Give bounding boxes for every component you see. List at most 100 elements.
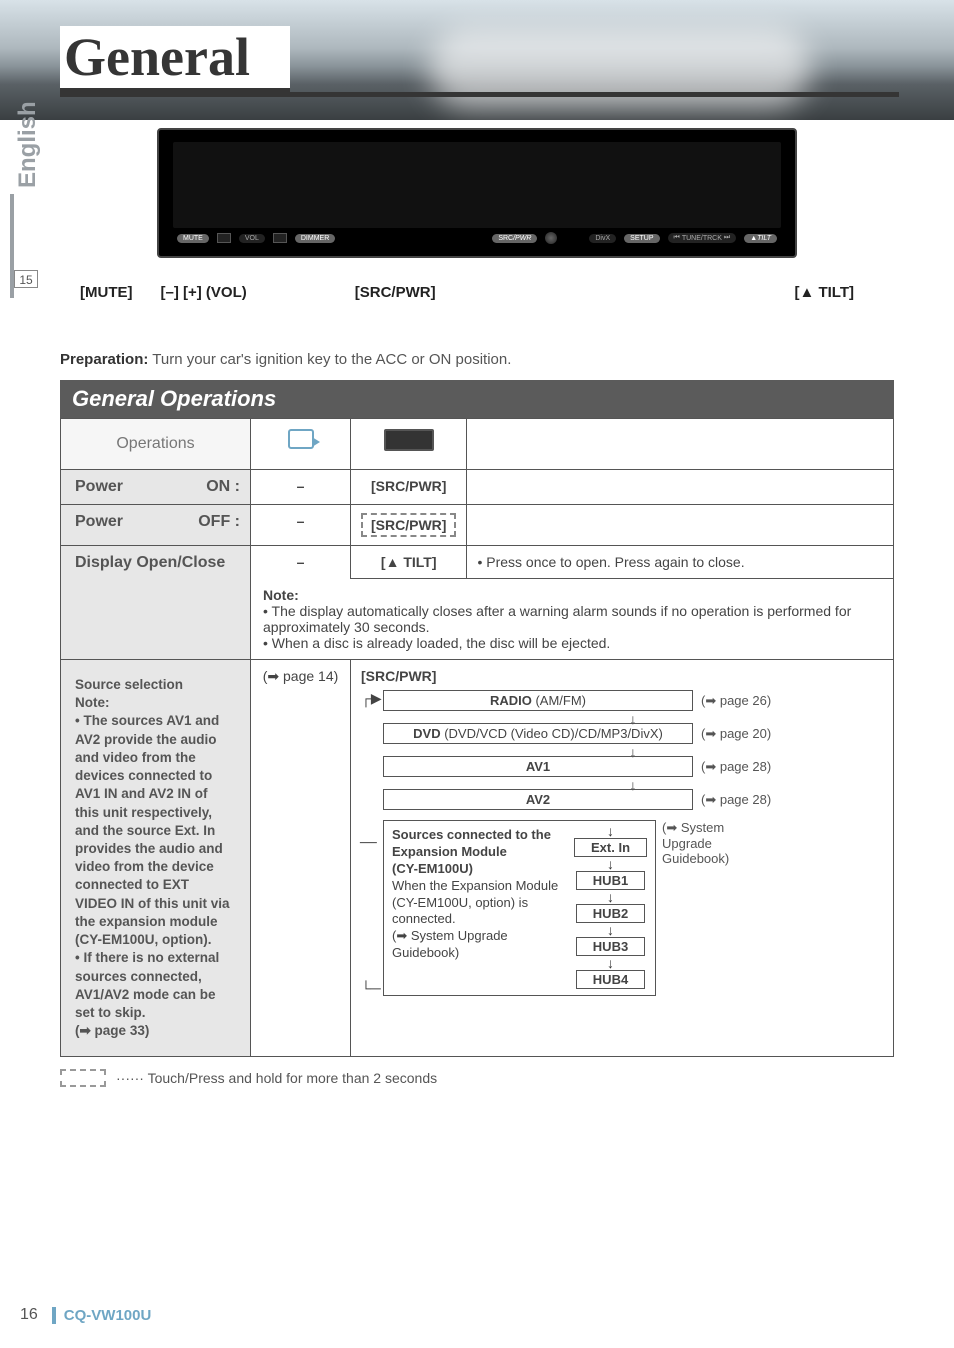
- source-panel-label: [SRC/PWR]: [361, 668, 883, 684]
- model-number: CQ-VW100U: [52, 1307, 152, 1324]
- dvd-ref: (➡ page 20): [701, 726, 771, 742]
- bottom-bar: 16 CQ-VW100U: [20, 1306, 151, 1324]
- row-power-on-head: Power ON :: [61, 470, 251, 505]
- open-close-note1: • The display automatically closes after…: [263, 603, 851, 635]
- dev-tilt-text: TILT: [757, 235, 771, 242]
- dev-setup-label: SETUP: [624, 234, 659, 243]
- hub-sub2: When the Expansion Module (CY-EM100U, op…: [392, 878, 558, 927]
- header-operations: Operations: [61, 419, 251, 470]
- device-illustration: MUTE VOL DIMMER SRC/PWR DivX SETUP ⏮ TUN…: [60, 128, 894, 258]
- node-radio-sub: (AM/FM): [532, 693, 586, 708]
- open-close-desc: • Press once to open. Press again to clo…: [467, 546, 894, 579]
- row-open-close: Display Open/Close – [▲ TILT] • Press on…: [61, 546, 894, 579]
- node-radio: RADIO (AM/FM): [383, 690, 693, 711]
- dev-tune-label: ⏮ TUNE/TRCK ⏭: [668, 233, 737, 243]
- node-av1: AV1: [383, 756, 693, 777]
- source-remote-ref: (➡ page 14): [263, 668, 339, 684]
- device-screen: [173, 142, 781, 228]
- source-remote: (➡ page 14): [251, 660, 351, 1057]
- callout-mute: [MUTE]: [80, 284, 133, 301]
- radio-ref: (➡ page 26): [701, 693, 771, 709]
- content: MUTE VOL DIMMER SRC/PWR DivX SETUP ⏮ TUN…: [60, 120, 894, 1087]
- row-power-off: Power OFF : – [SRC/PWR]: [61, 505, 894, 546]
- facing-page-number: 15: [14, 270, 38, 288]
- preparation-label: Preparation:: [60, 351, 148, 368]
- operations-table: Operations Power ON : – [SRC/PWR] Power …: [60, 418, 894, 1057]
- row-power-off-head: Power OFF :: [61, 505, 251, 546]
- next-track-icon: ⏭: [724, 234, 730, 242]
- language-label: English: [14, 101, 42, 188]
- hub-list: ↓ Ext. In ↓ HUB1 ↓ HUB2 ↓ HUB3 ↓ HUB4: [574, 827, 647, 989]
- power-on-panel-text: [SRC/PWR]: [371, 478, 446, 494]
- hub-text: Sources connected to the Expansion Modul…: [392, 827, 560, 962]
- arrow-down-icon: ↓: [607, 925, 614, 935]
- av2-ref: (➡ page 28): [701, 792, 771, 808]
- hub-ref: (➡ System Upgrade Guidebook): [662, 820, 752, 866]
- prev-track-icon: ⏮: [674, 234, 680, 242]
- hub4: HUB4: [576, 970, 645, 989]
- flow: ┌▶ │ └─ RADIO (AM/FM) (➡ page 26) ↓: [361, 690, 883, 996]
- callout-vol: [–] [+] (VOL): [161, 284, 247, 301]
- power-on-remote: –: [251, 470, 351, 505]
- source-note-label: Note:: [75, 695, 110, 710]
- node-dvd-text: DVD: [413, 726, 440, 741]
- power-off-sub: OFF :: [198, 513, 240, 531]
- open-close-note2: • When a disc is already loaded, the dis…: [263, 635, 610, 651]
- arrow-down-icon: ↓: [607, 892, 614, 902]
- power-on-head-text: Power: [75, 478, 123, 495]
- footer-note-text: ······ Touch/Press and hold for more tha…: [116, 1070, 437, 1086]
- dev-tune-text: TUNE/TRCK: [682, 235, 722, 242]
- dev-src-knob: [545, 232, 557, 244]
- dashed-box-icon: [60, 1069, 106, 1087]
- power-off-panel-text: [SRC/PWR]: [361, 513, 456, 537]
- node-av2: AV2: [383, 789, 693, 810]
- hub3: HUB3: [576, 937, 645, 956]
- dev-mute-label: MUTE: [177, 234, 209, 243]
- node-radio-text: RADIO: [490, 693, 532, 708]
- hub-sub3: (➡ System Upgrade Guidebook): [392, 928, 508, 960]
- callout-row: [MUTE] [–] [+] (VOL) [SRC/PWR] [▲ TILT]: [60, 284, 894, 301]
- dash-3: –: [297, 554, 305, 570]
- source-note2: • If there is no external sources connec…: [75, 950, 219, 1020]
- open-close-panel: [▲ TILT]: [351, 546, 467, 579]
- source-head: Source selection: [75, 677, 183, 692]
- dev-src-text: SRC: [498, 235, 513, 242]
- node-dvd: DVD (DVD/VCD (Video CD)/CD/MP3/DivX): [383, 723, 693, 744]
- dev-vol-label: VOL: [239, 234, 265, 243]
- open-close-note-cell: Note: • The display automatically closes…: [251, 579, 894, 660]
- header-remote-icon: [251, 419, 351, 470]
- dev-pwr-text: /PWR: [513, 235, 531, 242]
- dev-divx-label: DivX: [589, 234, 616, 243]
- hub-ext-in: Ext. In: [574, 838, 647, 857]
- power-off-desc: [467, 505, 894, 546]
- power-on-panel: [SRC/PWR]: [351, 470, 467, 505]
- hub2: HUB2: [576, 904, 645, 923]
- source-note1: • The sources AV1 and AV2 provide the au…: [75, 713, 230, 947]
- hub-title: Sources connected to the Expansion Modul…: [392, 827, 551, 859]
- av1-ref: (➡ page 28): [701, 759, 771, 775]
- page-title: General: [60, 26, 290, 93]
- header-panel-icon: [351, 419, 467, 470]
- row-power-on: Power ON : – [SRC/PWR]: [61, 470, 894, 505]
- source-head-cell: Source selection Note: • The sources AV1…: [61, 660, 251, 1057]
- dev-dimmer-label: DIMMER: [295, 234, 335, 243]
- power-on-desc: [467, 470, 894, 505]
- cycle-arrow: ┌▶ │ └─: [361, 690, 377, 996]
- arrow-down-icon: ↓: [607, 826, 614, 836]
- arrow-down-icon: ↓: [607, 958, 614, 968]
- page-number: 16: [20, 1306, 38, 1324]
- hub-sub1: (CY-EM100U): [392, 861, 473, 876]
- device-frame: MUTE VOL DIMMER SRC/PWR DivX SETUP ⏮ TUN…: [157, 128, 797, 258]
- hub-outer-box: Sources connected to the Expansion Modul…: [383, 820, 656, 996]
- dev-plus-button: [273, 233, 287, 243]
- callout-tilt: [▲ TILT]: [794, 284, 854, 301]
- remote-icon: [288, 429, 314, 449]
- footer-note: ······ Touch/Press and hold for more tha…: [60, 1069, 894, 1087]
- hub-block: Sources connected to the Expansion Modul…: [383, 820, 883, 996]
- dev-minus-button: [217, 233, 231, 243]
- device-button-row: MUTE VOL DIMMER SRC/PWR DivX SETUP ⏮ TUN…: [177, 232, 777, 244]
- dash-2: –: [297, 513, 305, 529]
- dev-tilt-label: ▲TILT: [744, 234, 777, 243]
- open-close-remote: –: [251, 546, 351, 579]
- row-source: Source selection Note: • The sources AV1…: [61, 660, 894, 1057]
